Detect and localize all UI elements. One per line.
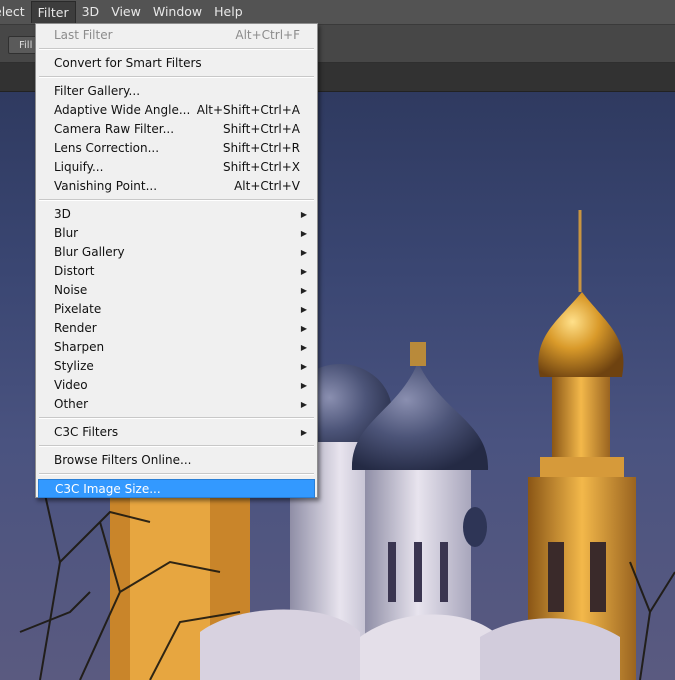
submenu-arrow-icon: ▶	[300, 286, 307, 295]
menu-separator	[39, 417, 314, 419]
menu-item-label: Video	[54, 378, 88, 392]
menu-item-label: Last Filter	[54, 28, 113, 42]
menu-item-label: C3C Image Size...	[55, 482, 161, 496]
menu-item-distort[interactable]: Distort ▶	[38, 262, 315, 281]
submenu-arrow-icon: ▶	[300, 324, 307, 333]
menu-item-label: Distort	[54, 264, 95, 278]
menu-item-liquify[interactable]: Liquify... Shift+Ctrl+X	[38, 158, 315, 177]
menu-item-browse-filters-online[interactable]: Browse Filters Online...	[38, 451, 315, 470]
menu-item-label: C3C Filters	[54, 425, 119, 439]
menu-view[interactable]: View	[105, 1, 147, 23]
menu-item-blur[interactable]: Blur ▶	[38, 224, 315, 243]
menu-item-camera-raw-filter[interactable]: Camera Raw Filter... Shift+Ctrl+A	[38, 120, 315, 139]
shortcut-label: Shift+Ctrl+A	[223, 122, 300, 136]
shortcut-label: Shift+Ctrl+X	[223, 160, 300, 174]
menu-item-label: Camera Raw Filter...	[54, 122, 175, 136]
menu-item-convert-smart-filters[interactable]: Convert for Smart Filters	[38, 54, 315, 73]
shortcut-label: Shift+Ctrl+R	[222, 141, 300, 155]
submenu-arrow-icon: ▶	[300, 267, 307, 276]
menu-item-label: Convert for Smart Filters	[54, 56, 202, 70]
menu-item-label: 3D	[54, 207, 71, 221]
menu-item-stylize[interactable]: Stylize ▶	[38, 357, 315, 376]
menu-item-other[interactable]: Other ▶	[38, 395, 315, 414]
menu-separator	[39, 76, 314, 78]
menu-help[interactable]: Help	[208, 1, 249, 23]
submenu-arrow-icon: ▶	[300, 305, 307, 314]
menu-item-label: Blur Gallery	[54, 245, 125, 259]
shortcut-label: Alt+Ctrl+F	[235, 28, 300, 42]
menu-item-label: Render	[54, 321, 97, 335]
menu-item-vanishing-point[interactable]: Vanishing Point... Alt+Ctrl+V	[38, 177, 315, 196]
menu-filter[interactable]: Filter	[30, 1, 76, 23]
filter-dropdown-menu: Last Filter Alt+Ctrl+F Convert for Smart…	[35, 23, 318, 498]
menu-item-label: Other	[54, 397, 89, 411]
menu-item-c3c-filters[interactable]: C3C Filters ▶	[38, 423, 315, 442]
menu-separator	[39, 473, 314, 475]
menu-item-blur-gallery[interactable]: Blur Gallery ▶	[38, 243, 315, 262]
menu-item-label: Lens Correction...	[54, 141, 160, 155]
submenu-arrow-icon: ▶	[300, 210, 307, 219]
menu-item-video[interactable]: Video ▶	[38, 376, 315, 395]
menu-item-3d[interactable]: 3D ▶	[38, 205, 315, 224]
menu-item-filter-gallery[interactable]: Filter Gallery...	[38, 82, 315, 101]
submenu-arrow-icon: ▶	[300, 229, 307, 238]
menu-3d[interactable]: 3D	[76, 1, 106, 23]
menu-item-pixelate[interactable]: Pixelate ▶	[38, 300, 315, 319]
submenu-arrow-icon: ▶	[300, 428, 307, 437]
menu-item-lens-correction[interactable]: Lens Correction... Shift+Ctrl+R	[38, 139, 315, 158]
menu-item-label: Pixelate	[54, 302, 102, 316]
submenu-arrow-icon: ▶	[300, 248, 307, 257]
menu-item-label: Sharpen	[54, 340, 105, 354]
menu-window[interactable]: Window	[147, 1, 208, 23]
submenu-arrow-icon: ▶	[300, 362, 307, 371]
menu-item-label: Filter Gallery...	[54, 84, 141, 98]
shortcut-label: Alt+Ctrl+V	[234, 179, 300, 193]
menu-separator	[39, 199, 314, 201]
menu-item-label: Vanishing Point...	[54, 179, 158, 193]
menu-separator	[39, 48, 314, 50]
menu-item-label: Blur	[54, 226, 79, 240]
menu-item-render[interactable]: Render ▶	[38, 319, 315, 338]
menu-item-adaptive-wide-angle[interactable]: Adaptive Wide Angle... Alt+Shift+Ctrl+A	[38, 101, 315, 120]
menu-item-c3c-image-size[interactable]: C3C Image Size...	[38, 479, 315, 498]
menu-item-label: Liquify...	[54, 160, 104, 174]
menu-bar: elect Filter 3D View Window Help	[0, 0, 675, 25]
menu-item-last-filter: Last Filter Alt+Ctrl+F	[38, 26, 315, 45]
menu-item-sharpen[interactable]: Sharpen ▶	[38, 338, 315, 357]
menu-item-noise[interactable]: Noise ▶	[38, 281, 315, 300]
menu-select[interactable]: elect	[0, 1, 31, 23]
menu-item-label: Stylize	[54, 359, 94, 373]
menu-item-label: Noise	[54, 283, 88, 297]
submenu-arrow-icon: ▶	[300, 343, 307, 352]
shortcut-label: Alt+Shift+Ctrl+A	[196, 103, 300, 117]
menu-item-label: Browse Filters Online...	[54, 453, 192, 467]
submenu-arrow-icon: ▶	[300, 400, 307, 409]
menu-separator	[39, 445, 314, 447]
menu-item-label: Adaptive Wide Angle...	[54, 103, 191, 117]
submenu-arrow-icon: ▶	[300, 381, 307, 390]
